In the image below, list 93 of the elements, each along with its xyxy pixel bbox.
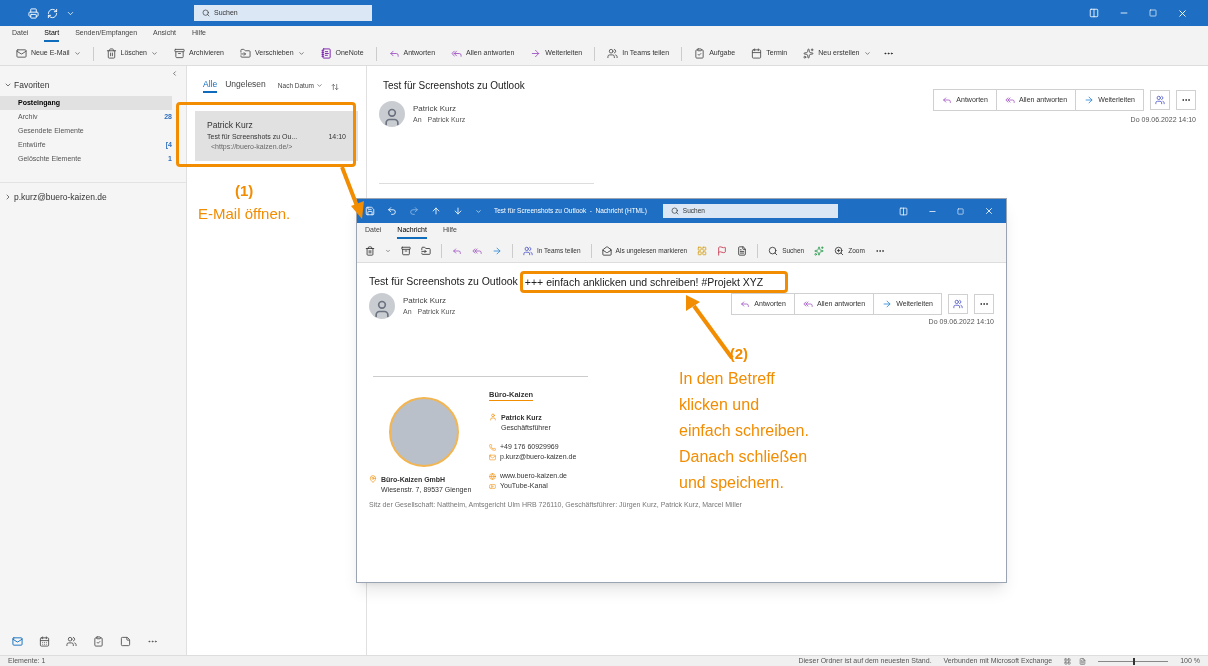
envelope-icon (601, 245, 612, 256)
avatar (369, 293, 395, 319)
layout-icon[interactable] (1089, 8, 1099, 18)
forward-icon (1084, 95, 1095, 105)
sender-name: Patrick Kurz (403, 295, 448, 307)
filter-tab[interactable]: Ungelesen (225, 78, 266, 93)
caret-icon[interactable] (475, 207, 482, 215)
people-icon (953, 299, 963, 309)
sender-name: Patrick Kurz (413, 103, 458, 115)
view-icon[interactable] (1064, 657, 1072, 665)
undo-icon[interactable] (387, 206, 397, 216)
caret-icon (385, 247, 391, 254)
save-icon[interactable] (365, 206, 375, 216)
email-subject: Test für Screenshots zu Outlook (369, 274, 518, 290)
people-icon (523, 245, 533, 256)
forward-icon (882, 299, 893, 309)
reply-all-icon (451, 48, 463, 59)
more-button[interactable] (1176, 90, 1196, 110)
mail-icon[interactable] (12, 636, 23, 647)
reply-icon (388, 48, 400, 59)
email-subject: Test für Screenshots zu Outlook (382, 79, 526, 93)
layout-icon[interactable] (899, 206, 908, 216)
reply-all-icon (1004, 95, 1015, 105)
teams-button[interactable] (948, 294, 968, 314)
calendar-icon[interactable] (39, 636, 50, 647)
zoom-thumb[interactable] (1133, 657, 1136, 665)
down-arrow-icon[interactable] (453, 206, 463, 216)
reply-all-icon (802, 299, 813, 309)
video-icon (489, 483, 496, 490)
location-icon (369, 474, 377, 483)
folder-icon[interactable] (421, 245, 431, 256)
people-icon (1155, 95, 1165, 105)
task-icon[interactable] (93, 636, 104, 647)
people-icon (607, 48, 619, 59)
document-icon[interactable] (737, 245, 748, 256)
task-icon (694, 48, 706, 59)
print-icon[interactable] (28, 7, 39, 19)
note-icon[interactable] (120, 636, 131, 647)
maximize-icon[interactable] (957, 207, 964, 215)
forward-icon (530, 48, 542, 59)
filter-tab[interactable]: Alle (203, 78, 218, 93)
caret-icon (151, 50, 158, 57)
folder-icon (240, 48, 251, 59)
mail-icon (16, 48, 27, 59)
person-icon (489, 412, 497, 421)
sparkle-icon (803, 48, 815, 59)
account-item[interactable]: p.kurz@buero-kaizen.de (0, 181, 186, 204)
phone-icon (489, 443, 496, 451)
zoom-icon (834, 245, 845, 256)
refresh-icon[interactable] (47, 7, 58, 19)
caret-icon (73, 50, 81, 57)
more-button[interactable] (974, 294, 994, 314)
subject-field[interactable]: +++ einfach anklicken und schreiben! #Projekt XYZ (519, 271, 788, 293)
categories-icon[interactable] (697, 245, 708, 256)
flag-icon[interactable] (717, 245, 728, 256)
step-number: (2) (729, 344, 749, 364)
reply-icon (740, 299, 751, 309)
sparkle-icon[interactable] (814, 245, 825, 256)
search-icon (202, 9, 210, 17)
trash-icon (105, 48, 117, 59)
step-number: (1) (234, 181, 254, 201)
people-icon[interactable] (66, 636, 77, 647)
sort-order-icon[interactable] (330, 82, 339, 91)
teams-button[interactable] (1150, 90, 1170, 110)
avatar (379, 101, 405, 127)
calendar-icon (751, 48, 763, 59)
step-instruction: In den Betreff klicken und einfach schreiben. Danach schließen und speichern. (679, 368, 809, 493)
favorites-header[interactable]: Favoriten (0, 79, 186, 92)
close-icon[interactable] (1177, 7, 1188, 19)
pointer-arrow (340, 166, 364, 219)
reading-view-icon[interactable] (1079, 657, 1087, 665)
trash-icon[interactable] (365, 245, 375, 256)
forward-icon[interactable] (492, 245, 502, 256)
collapse-icon[interactable] (171, 70, 178, 77)
caret-icon (863, 50, 871, 57)
mail-sender: Patrick Kurz (207, 118, 254, 132)
search-icon (670, 207, 679, 215)
reply-icon[interactable] (452, 245, 462, 256)
maximize-icon[interactable] (1149, 9, 1157, 17)
caret-icon (297, 50, 305, 57)
search-icon (768, 245, 779, 256)
caret-icon (315, 82, 323, 90)
globe-icon (489, 472, 496, 480)
step-instruction: E-Mail öffnen. (198, 203, 291, 224)
archive-icon[interactable] (401, 245, 411, 256)
mail-icon (489, 454, 496, 461)
up-arrow-icon[interactable] (431, 206, 441, 216)
notebook-icon (320, 48, 332, 59)
close-icon[interactable] (984, 206, 994, 216)
archive-icon (174, 48, 185, 59)
reply-icon (942, 95, 953, 105)
chevron-icon (4, 193, 12, 202)
reply-all-icon[interactable] (472, 245, 482, 256)
